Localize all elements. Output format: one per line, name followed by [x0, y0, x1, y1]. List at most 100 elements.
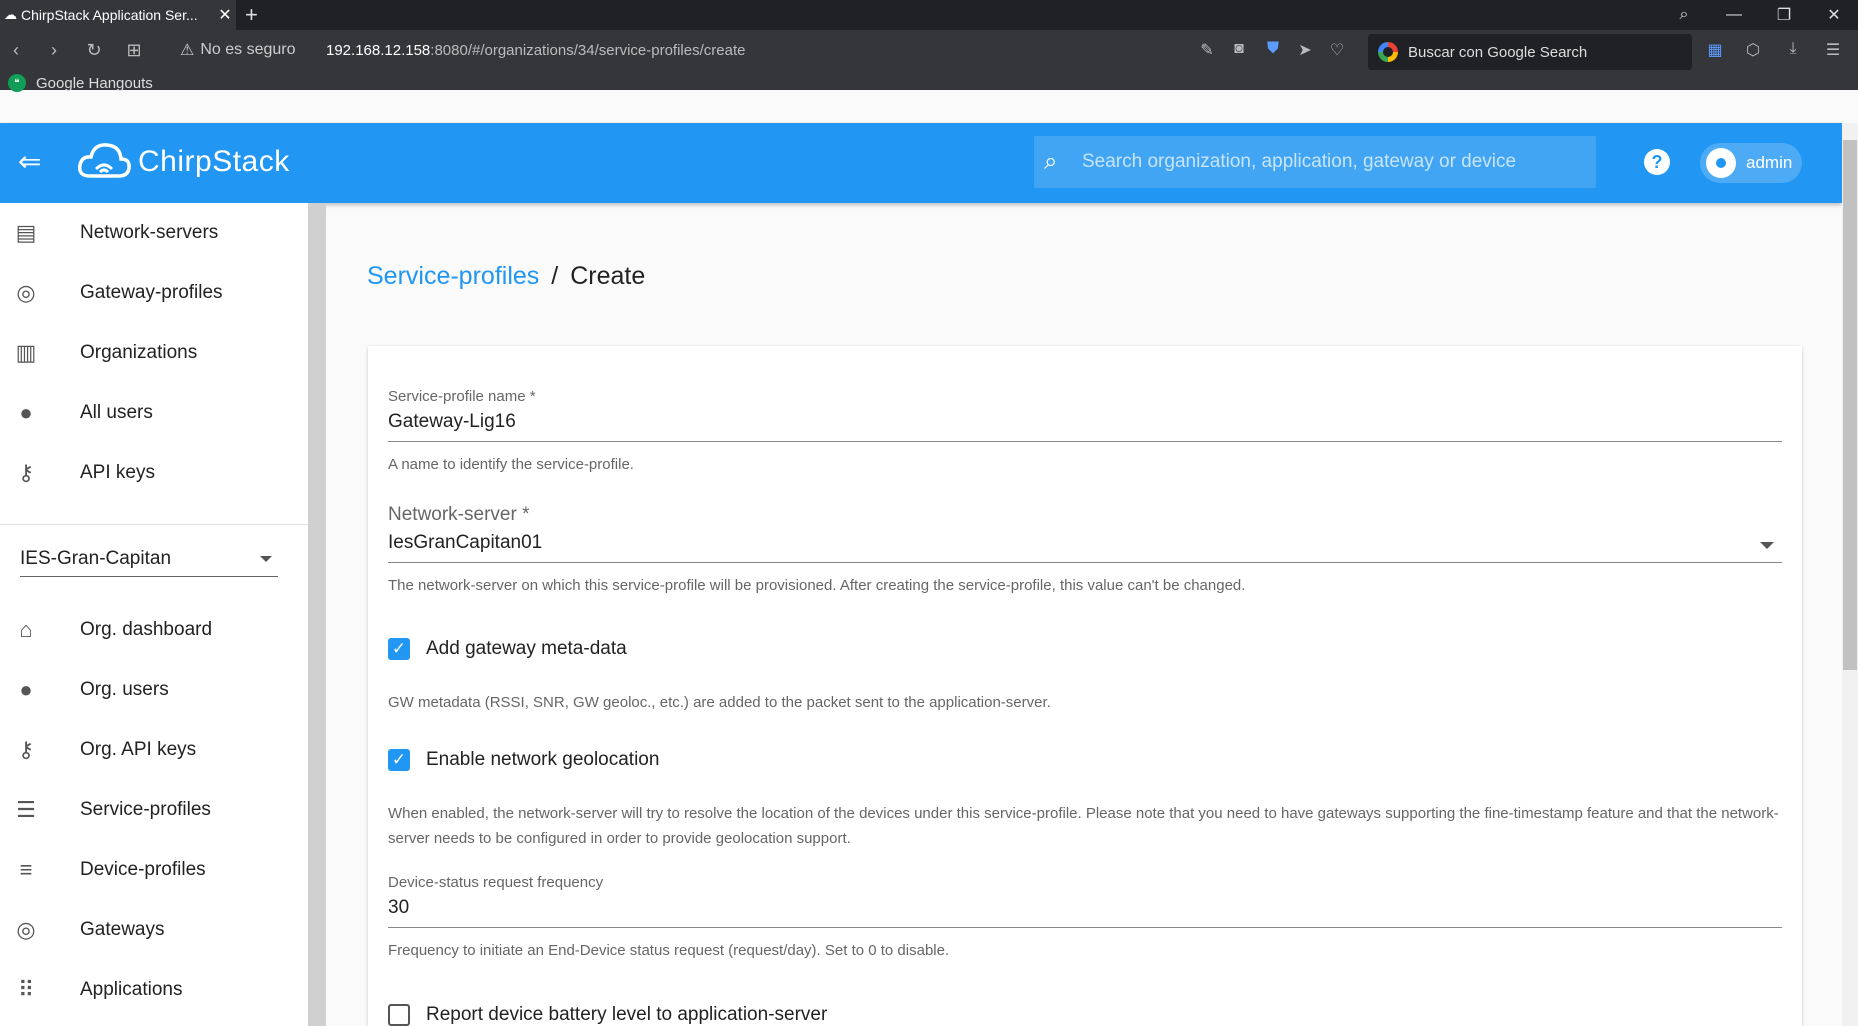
warning-icon: ⚠	[180, 42, 195, 59]
gateway-metadata-help: GW metadata (RSSI, SNR, GW geoloc., etc.…	[388, 680, 1782, 715]
sidebar-item-label: All users	[80, 402, 153, 423]
back-button[interactable]: ‹	[4, 40, 28, 61]
geolocation-help: When enabled, the network-server will tr…	[388, 791, 1782, 851]
sidebar-item-label: Applications	[80, 979, 183, 1000]
network-server-helper: The network-server on which this service…	[388, 577, 1246, 594]
chirpstack-logo[interactable]: ChirpStack	[76, 140, 290, 184]
app-header: ⇐ ChirpStack ⌕ ? admin	[0, 123, 1842, 203]
server-icon: ▤	[15, 220, 37, 245]
security-indicator[interactable]: ⚠ No es seguro	[180, 40, 296, 60]
help-icon[interactable]: ?	[1644, 149, 1670, 175]
sidebar-item-device-profiles[interactable]: ≡ Device-profiles	[0, 840, 308, 900]
geolocation-checkbox-row[interactable]: ✓ Enable network geolocation	[388, 749, 659, 771]
tab-favicon-icon: ☁	[4, 7, 17, 22]
organization-select-value: IES-Gran-Capitan	[20, 548, 172, 569]
browser-search-field[interactable]: Buscar con Google Search	[1368, 34, 1692, 70]
sidebar-item-all-users[interactable]: ● All users	[0, 383, 308, 443]
sidebar-item-org-users[interactable]: ● Org. users	[0, 660, 308, 720]
device-status-frequency-helper: Frequency to initiate an End-Device stat…	[388, 942, 950, 959]
apps-grid-icon: ⠿	[17, 977, 35, 1002]
gateway-metadata-checkbox[interactable]: ✓	[388, 638, 410, 660]
sidebar-item-service-profiles[interactable]: ☰ Service-profiles	[0, 780, 308, 840]
hangouts-icon: ❝	[8, 74, 26, 92]
device-status-frequency-label: Device-status request frequency	[388, 874, 604, 891]
organization-select[interactable]: IES-Gran-Capitan	[20, 542, 278, 577]
forward-button[interactable]: ›	[42, 40, 66, 61]
tabs-grid-icon[interactable]: ⊞	[122, 40, 146, 61]
main-scrollbar-thumb[interactable]	[1843, 140, 1857, 670]
person-icon: ●	[19, 400, 33, 425]
breadcrumb-service-profiles-link[interactable]: Service-profiles	[367, 262, 539, 291]
sidebar-item-gateways[interactable]: ◎ Gateways	[0, 900, 308, 960]
gateway-metadata-checkbox-row[interactable]: ✓ Add gateway meta-data	[388, 638, 627, 660]
antenna-icon: ◎	[16, 917, 36, 942]
tune-icon: ≡	[19, 857, 33, 882]
sidebar-item-applications[interactable]: ⠿ Applications	[0, 960, 308, 1020]
battery-report-checkbox-row[interactable]: Report device battery level to applicati…	[388, 1004, 827, 1026]
settings-menu-icon[interactable]: ☰	[1822, 40, 1844, 60]
browser-tab[interactable]: ☁ ChirpStack Application Ser... ✕	[0, 0, 236, 30]
chevron-down-icon	[260, 556, 272, 562]
heart-icon[interactable]: ♡	[1326, 40, 1348, 60]
user-menu-button[interactable]: admin	[1700, 143, 1802, 183]
google-icon	[1378, 42, 1398, 62]
home-icon: ⌂	[19, 617, 33, 642]
send-icon[interactable]: ➤	[1294, 40, 1316, 60]
network-server-value: IesGranCapitan01	[388, 532, 543, 553]
camera-icon[interactable]: ◙	[1228, 40, 1250, 58]
gateway-metadata-label: Add gateway meta-data	[426, 638, 627, 659]
device-status-frequency-input[interactable]: 30	[388, 891, 1782, 928]
tab-close-icon[interactable]: ✕	[214, 5, 236, 25]
network-server-field: Network-server * IesGranCapitan01 The ne…	[388, 504, 1782, 598]
sidebar-item-org-api-keys[interactable]: ⚷ Org. API keys	[0, 720, 308, 780]
edit-icon[interactable]: ✎	[1196, 40, 1218, 60]
battery-report-label: Report device battery level to applicati…	[426, 1004, 828, 1025]
network-server-select[interactable]: IesGranCapitan01	[388, 526, 1782, 563]
sidebar-item-gateway-profiles[interactable]: ◎ Gateway-profiles	[0, 263, 308, 323]
sidebar-item-org-dashboard[interactable]: ⌂ Org. dashboard	[0, 600, 308, 660]
browser-search-icon[interactable]: ⌕	[1664, 0, 1704, 30]
username: admin	[1746, 153, 1793, 172]
sidebar-item-organizations[interactable]: ▥ Organizations	[0, 323, 308, 383]
service-profile-name-input[interactable]: Gateway-Lig16	[388, 405, 1782, 442]
breadcrumb-separator: /	[551, 262, 559, 290]
bookmark-google-hangouts[interactable]: ❝ Google Hangouts	[8, 74, 153, 92]
new-tab-button[interactable]: +	[245, 2, 258, 28]
reload-button[interactable]: ↻	[82, 40, 106, 61]
geolocation-checkbox[interactable]: ✓	[388, 749, 410, 771]
restore-button[interactable]: ❐	[1764, 0, 1804, 30]
battery-report-checkbox[interactable]	[388, 1004, 410, 1026]
sidebar-item-label: Gateway-profiles	[80, 282, 223, 303]
sidebar-item-api-keys[interactable]: ⚷ API keys	[0, 443, 308, 503]
shield-icon[interactable]: ⛊	[1262, 40, 1284, 58]
sidebar-item-network-servers[interactable]: ▤ Network-servers	[0, 203, 308, 263]
geolocation-helper: When enabled, the network-server will tr…	[388, 805, 1779, 847]
url-field[interactable]: 192.168.12.158:8080/#/organizations/34/s…	[326, 42, 745, 59]
sidebar-item-label: Org. dashboard	[80, 619, 213, 640]
sidebar-item-label: Device-profiles	[80, 859, 206, 880]
wallet-icon[interactable]: ▦	[1704, 40, 1726, 60]
sidebar-scrollbar[interactable]	[308, 203, 326, 1026]
sidebar-item-label: Network-servers	[80, 222, 219, 243]
sidebar-item-label: API keys	[80, 462, 155, 483]
network-server-label: Network-server *	[388, 504, 530, 525]
antenna-icon: ◎	[16, 280, 36, 305]
global-search[interactable]: ⌕	[1034, 136, 1596, 188]
sidebar-item-label: Service-profiles	[80, 799, 211, 820]
tab-title: ChirpStack Application Ser...	[21, 7, 198, 23]
cube-icon[interactable]: ⬡	[1742, 40, 1764, 60]
account-icon	[1706, 148, 1736, 178]
menu-toggle-icon[interactable]: ⇐	[18, 147, 41, 177]
key-icon: ⚷	[17, 460, 35, 485]
search-icon: ⌕	[1044, 148, 1058, 175]
sidebar-item-label: Gateways	[80, 919, 165, 940]
brand-name: ChirpStack	[138, 145, 290, 178]
close-window-button[interactable]: ✕	[1814, 0, 1854, 30]
minimize-button[interactable]: —	[1714, 0, 1754, 30]
bookmark-label: Google Hangouts	[36, 74, 153, 92]
service-profile-name-label: Service-profile name *	[388, 388, 536, 405]
download-icon[interactable]: ⤓	[1782, 40, 1804, 58]
device-status-frequency-field: Device-status request frequency 30 Frequ…	[388, 874, 1782, 963]
search-input[interactable]	[1082, 151, 1582, 173]
cloud-logo-icon	[77, 143, 131, 178]
